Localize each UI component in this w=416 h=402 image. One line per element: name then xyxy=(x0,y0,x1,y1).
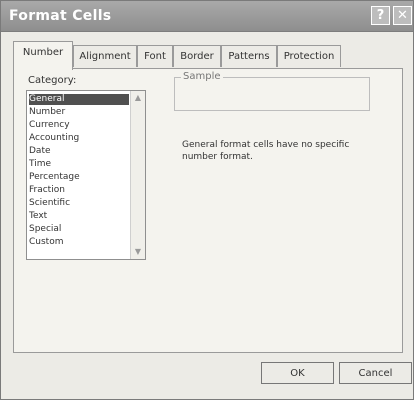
sample-label: Sample xyxy=(181,71,223,82)
category-item-currency[interactable]: Currency xyxy=(29,120,129,131)
format-description: General format cells have no specific nu… xyxy=(182,140,350,162)
category-listbox[interactable]: General Number Currency Accounting Date … xyxy=(26,90,146,260)
category-item-text[interactable]: Text xyxy=(29,211,129,222)
category-item-number[interactable]: Number xyxy=(29,107,129,118)
category-item-custom[interactable]: Custom xyxy=(29,237,129,248)
category-item-accounting[interactable]: Accounting xyxy=(29,133,129,144)
tab-alignment[interactable]: Alignment xyxy=(73,45,137,67)
format-cells-dialog: Format Cells ? ✕ Number Alignment Font B… xyxy=(0,0,414,400)
category-item-special[interactable]: Special xyxy=(29,224,129,235)
cancel-button[interactable]: Cancel xyxy=(339,362,412,384)
close-button[interactable]: ✕ xyxy=(393,6,412,25)
tab-font[interactable]: Font xyxy=(137,45,173,67)
scroll-down-icon[interactable]: ▼ xyxy=(132,246,144,258)
tab-number[interactable]: Number xyxy=(13,41,73,70)
category-scrollbar[interactable]: ▲ ▼ xyxy=(130,91,145,259)
help-button[interactable]: ? xyxy=(371,6,390,25)
tab-protection[interactable]: Protection xyxy=(277,45,341,67)
category-item-general[interactable]: General xyxy=(29,94,129,105)
dialog-title: Format Cells xyxy=(9,8,112,24)
category-item-percentage[interactable]: Percentage xyxy=(29,172,129,183)
category-item-time[interactable]: Time xyxy=(29,159,129,170)
tab-border[interactable]: Border xyxy=(173,45,221,67)
category-item-fraction[interactable]: Fraction xyxy=(29,185,129,196)
number-tab-panel: Category: General Number Currency Accoun… xyxy=(13,68,403,353)
category-item-date[interactable]: Date xyxy=(29,146,129,157)
sample-group: Sample xyxy=(174,71,370,111)
category-label: Category: xyxy=(28,75,77,86)
category-item-scientific[interactable]: Scientific xyxy=(29,198,129,209)
title-bar: Format Cells ? ✕ xyxy=(1,1,413,32)
scroll-up-icon[interactable]: ▲ xyxy=(132,92,144,104)
ok-button[interactable]: OK xyxy=(261,362,334,384)
tab-patterns[interactable]: Patterns xyxy=(221,45,277,67)
